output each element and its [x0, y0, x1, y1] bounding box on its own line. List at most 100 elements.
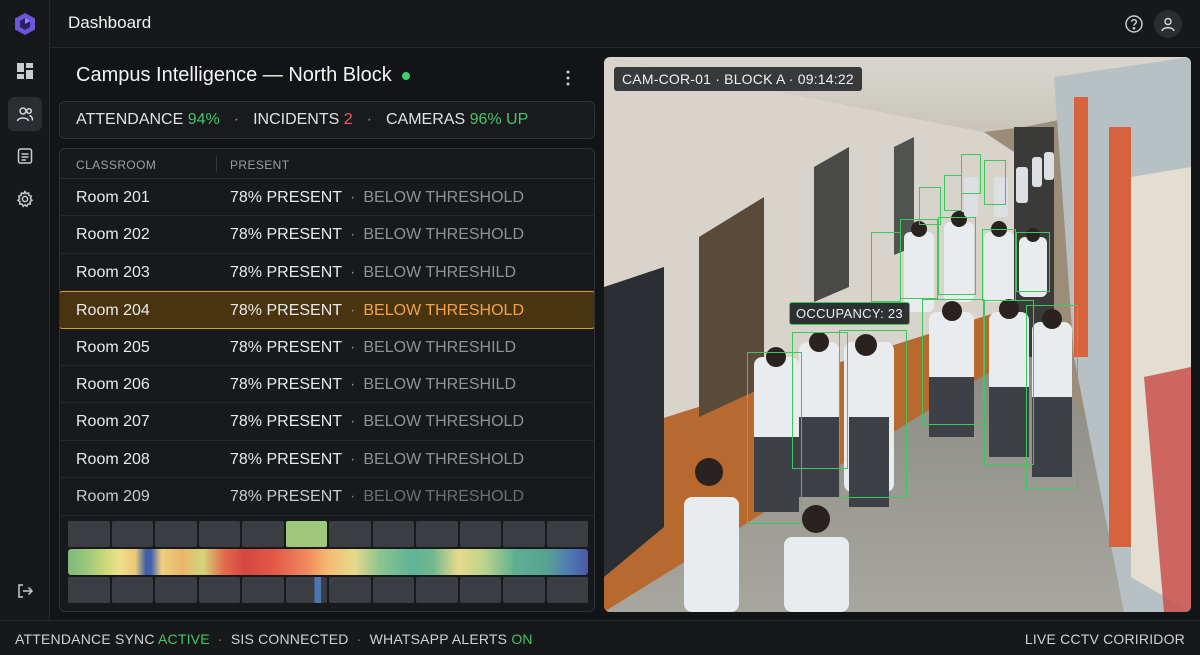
detection-box [922, 299, 984, 425]
heatmap-row-top [68, 521, 588, 547]
table-row[interactable]: Room 201 78% PRESENT · BELOW THRESHOLD [60, 179, 594, 217]
heatmap-cell[interactable] [503, 577, 545, 603]
users-icon[interactable] [8, 97, 42, 131]
column-header-present[interactable]: PRESENT [230, 158, 289, 172]
heatmap-cell[interactable] [198, 577, 240, 603]
heatmap-cell[interactable] [459, 521, 501, 547]
user-icon[interactable] [1154, 10, 1182, 38]
heatmap-cell[interactable] [198, 521, 240, 547]
detection-box [900, 219, 938, 299]
detection-box [839, 330, 907, 498]
heatmap-cell[interactable] [546, 521, 588, 547]
detection-box [1016, 232, 1050, 292]
heatmap-cell[interactable] [242, 521, 284, 547]
heatmap-cell[interactable] [155, 577, 197, 603]
heatmap-cell[interactable] [416, 521, 458, 547]
row-bullet: · [350, 375, 356, 393]
heatmap-cell[interactable] [459, 577, 501, 603]
heatmap-cell[interactable] [372, 577, 414, 603]
heatmap-cell[interactable] [546, 577, 588, 603]
row-bullet: · [350, 450, 356, 468]
status-text: BELOW THRESHOLD [363, 413, 524, 431]
heatmap-cell[interactable] [503, 521, 545, 547]
logo-icon[interactable] [13, 12, 37, 36]
table-row[interactable]: Room 202 78% PRESENT · BELOW THRESHOLD [60, 216, 594, 254]
kebab-icon[interactable] [560, 68, 576, 88]
help-icon[interactable] [1124, 14, 1144, 34]
heatmap-cell[interactable] [111, 521, 153, 547]
occupancy-label: OCCUPANCY: 23 [789, 302, 910, 325]
sync-value: ACTIVE [157, 631, 210, 647]
heatmap-cell[interactable] [329, 521, 371, 547]
room-name: Room 208 [76, 450, 150, 468]
heatmap-cell[interactable] [68, 521, 110, 547]
dashboard-icon[interactable] [8, 54, 42, 88]
detection-box [984, 160, 1006, 205]
status-text: BELOW THRESHOLD [363, 302, 524, 320]
status-bar-left: ATTENDANCE SYNC ACTIVE · SIS CONNECTED ·… [15, 631, 533, 647]
room-name: Room 201 [76, 189, 150, 206]
panel-header: Campus Intelligence — North Block [76, 64, 410, 87]
present-value: 78% PRESENT [230, 302, 343, 320]
status-text: BELOW THRESHILD [363, 338, 516, 356]
table-row[interactable]: Room 206 78% PRESENT · BELOW THRESHILD [60, 366, 594, 404]
present-cell: 78% PRESENT · BELOW THRESHOLD [230, 451, 524, 469]
present-cell: 78% PRESENT · BELOW THRESHOLD [230, 226, 524, 244]
gear-icon[interactable] [8, 182, 42, 216]
column-divider [216, 156, 217, 172]
attendance-heatmap [68, 521, 588, 605]
table-row[interactable]: Room 205 78% PRESENT · BELOW THRESHILD [60, 329, 594, 366]
heatmap-cell[interactable] [329, 577, 371, 603]
incidents-value: 2 [343, 111, 353, 128]
status-bar: ATTENDANCE SYNC ACTIVE · SIS CONNECTED ·… [0, 620, 1200, 655]
heatmap-cell[interactable] [242, 577, 284, 603]
heatmap-gradient-strip[interactable] [68, 549, 588, 575]
document-icon[interactable] [8, 139, 42, 173]
detection-box [944, 175, 962, 211]
heatmap-cell[interactable] [68, 577, 110, 603]
cameras-value: 96% UP [469, 111, 529, 128]
room-name: Room 204 [76, 302, 150, 320]
present-value: 78% PRESENT [230, 413, 343, 431]
sis-status: SIS CONNECTED [230, 631, 349, 647]
row-bullet: · [350, 263, 356, 281]
table-row[interactable]: Room 208 78% PRESENT · BELOW THRESHOLD [60, 441, 594, 479]
heatmap-cell[interactable] [416, 577, 458, 603]
classroom-table: CLASSROOM PRESENT Room 201 78% PRESENT · B… [59, 148, 595, 612]
row-bullet: · [350, 226, 356, 244]
heatmap-cell[interactable] [285, 577, 327, 603]
attendance-label: ATTENDANCE [76, 111, 184, 128]
table-row[interactable]: Room 209 78% PRESENT · BELOW THRESHOLD [60, 478, 594, 516]
table-row[interactable]: Room 207 78% PRESENT · BELOW THRESHOLD [60, 403, 594, 441]
sidebar [0, 0, 50, 620]
cctv-feed[interactable]: CAM-COR-01 · BLOCK A · 09:14:22 OCCUPANC… [604, 57, 1191, 612]
status-text: BELOW THRESHOLD [363, 189, 524, 206]
heatmap-cell-active[interactable] [285, 521, 327, 547]
heatmap-cell[interactable] [155, 521, 197, 547]
status-text: BELOW THRESHOLD [363, 450, 524, 468]
stats-separator: · [233, 111, 240, 128]
logout-icon[interactable] [8, 574, 42, 608]
present-cell: 78% PRESENT · BELOW THRESHILD [230, 264, 516, 282]
present-cell: 78% PRESENT · BELOW THRESHOLD [230, 302, 524, 320]
table-row[interactable]: Room 203 78% PRESENT · BELOW THRESHILD [60, 254, 594, 292]
present-cell: 78% PRESENT · BELOW THRESHOLD [230, 413, 524, 431]
table-header: CLASSROOM PRESENT [60, 149, 594, 179]
present-cell: 78% PRESENT · BELOW THRESHOLD [230, 488, 524, 506]
whatsapp-label: WHATSAPP ALERTS [369, 631, 508, 647]
room-name: Room 202 [76, 226, 150, 244]
row-bullet: · [350, 413, 356, 431]
room-name: Room 203 [76, 263, 150, 281]
detection-box [938, 217, 976, 295]
heatmap-cell[interactable] [111, 577, 153, 603]
top-bar: Dashboard [50, 0, 1200, 48]
camera-label: CAM-COR-01 · BLOCK A · 09:14:22 [614, 67, 862, 91]
table-row-selected[interactable]: Room 204 78% PRESENT · BELOW THRESHOLD [60, 291, 594, 329]
detection-box [961, 154, 981, 194]
heatmap-cell[interactable] [372, 521, 414, 547]
sync-label: ATTENDANCE SYNC [15, 631, 155, 647]
cameras-label: CAMERAS [386, 111, 466, 128]
live-feed-label: LIVE CCTV CORIRIDOR [1024, 631, 1185, 647]
status-separator: · [356, 631, 362, 647]
column-header-classroom[interactable]: CLASSROOM [76, 158, 156, 172]
